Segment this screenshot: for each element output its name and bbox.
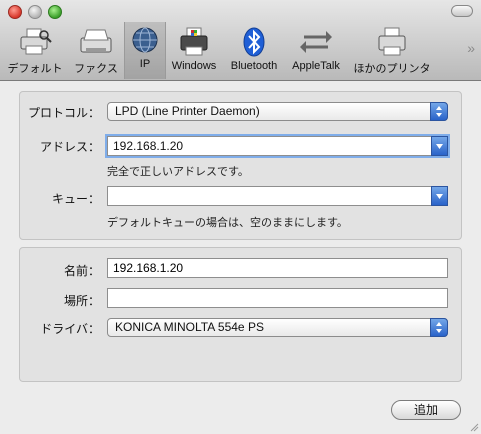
default-printer-icon <box>17 26 53 58</box>
address-hint: 完全で正しいアドレスです。 <box>107 166 249 178</box>
toolbar-item-label: AppleTalk <box>292 60 340 72</box>
zoom-window-button[interactable] <box>48 5 62 19</box>
ip-globe-icon <box>127 24 163 56</box>
toolbar-item-windows[interactable]: Windows <box>166 24 222 78</box>
appletalk-icon <box>298 26 334 58</box>
toolbar-item-label: Windows <box>171 60 217 72</box>
driver-label: ドライバ： <box>40 322 100 336</box>
close-window-button[interactable] <box>8 5 22 19</box>
windows-printer-icon <box>176 26 212 58</box>
combo-dropdown-icon[interactable] <box>431 136 448 156</box>
address-value: 192.168.1.20 <box>113 139 184 153</box>
toolbar-item-appletalk[interactable]: AppleTalk <box>286 24 346 78</box>
queue-label: キュー： <box>51 192 100 206</box>
driver-value: KONICA MINOLTA 554e PS <box>115 320 264 334</box>
toolbar-item-more-printers[interactable]: ほかのプリンタ <box>350 24 434 78</box>
toolbar-item-label: ほかのプリンタ <box>353 63 431 75</box>
combo-dropdown-icon[interactable] <box>431 186 448 206</box>
more-printers-icon <box>374 26 410 58</box>
address-combo[interactable]: 192.168.1.20 <box>107 136 448 156</box>
location-label: 場所： <box>63 294 100 308</box>
protocol-label: プロトコル： <box>27 106 100 120</box>
resize-grip-icon[interactable] <box>469 422 479 432</box>
minimize-window-button[interactable] <box>28 5 42 19</box>
bluetooth-icon <box>236 26 272 58</box>
driver-popup[interactable]: KONICA MINOLTA 554e PS <box>107 318 448 337</box>
toolbar-item-default[interactable]: デフォルト <box>4 24 66 78</box>
add-button[interactable]: 追加 <box>391 400 461 420</box>
fax-icon <box>78 26 114 58</box>
toolbar-toggle-button[interactable] <box>451 5 473 17</box>
queue-combo[interactable] <box>107 186 448 206</box>
location-field[interactable] <box>107 288 448 308</box>
popup-arrows-icon <box>430 102 448 121</box>
protocol-popup[interactable]: LPD (Line Printer Daemon) <box>107 102 448 121</box>
popup-arrows-icon <box>430 318 448 337</box>
toolbar-item-label: デフォルト <box>7 63 63 75</box>
toolbar-item-bluetooth[interactable]: Bluetooth <box>224 24 284 78</box>
toolbar-item-label: IP <box>139 58 151 70</box>
toolbar-item-label: ファクス <box>74 63 118 75</box>
toolbar: デフォルト ファクス IP Windows Bluetooth AppleTal… <box>0 0 481 81</box>
chevron-double-right-icon[interactable]: » <box>467 40 475 56</box>
name-field[interactable] <box>107 258 448 278</box>
name-label: 名前： <box>63 264 100 278</box>
toolbar-item-ip[interactable]: IP <box>124 22 166 79</box>
queue-hint: デフォルトキューの場合は、空のままにします。 <box>107 217 348 229</box>
toolbar-item-label: Bluetooth <box>230 60 278 72</box>
address-label: アドレス： <box>39 140 100 154</box>
toolbar-item-fax[interactable]: ファクス <box>70 24 122 78</box>
protocol-value: LPD (Line Printer Daemon) <box>115 104 260 118</box>
